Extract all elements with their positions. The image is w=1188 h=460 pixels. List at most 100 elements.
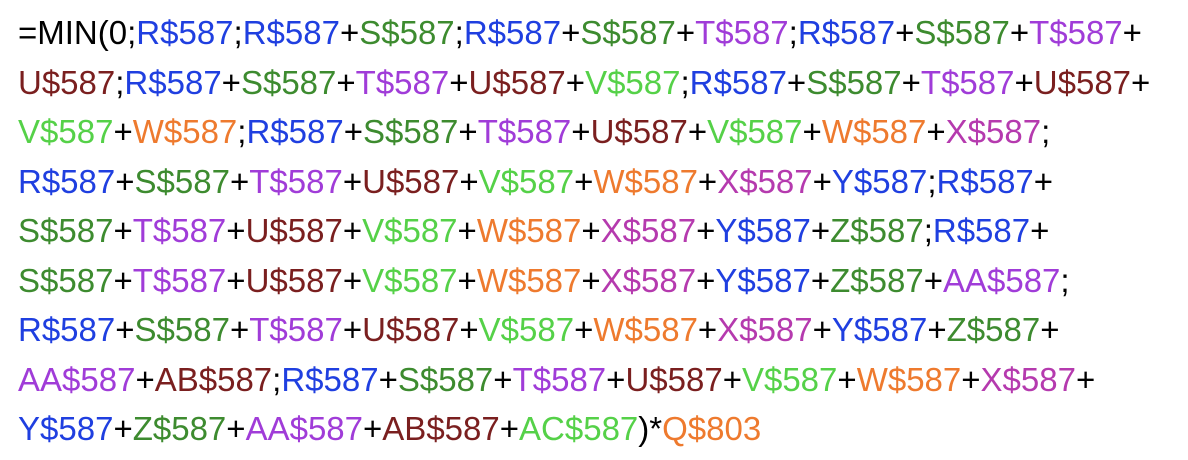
cell-reference: S$587 [240, 63, 337, 101]
formula-operator: + [810, 212, 831, 249]
cell-reference: R$587 [936, 162, 1034, 200]
formula-operator: + [961, 360, 981, 398]
formula-operator: + [226, 212, 246, 249]
cell-reference: S$587 [134, 311, 230, 348]
formula-line: Y$587+Z$587+AA$587+AB$587+AC$587)*Q$803 [18, 404, 1178, 454]
formula-operator: + [343, 113, 363, 150]
cell-reference: S$587 [134, 162, 230, 200]
formula-operator: + [113, 212, 133, 249]
cell-reference: U$587 [245, 212, 343, 249]
cell-reference: U$587 [362, 311, 460, 348]
cell-reference: AA$587 [18, 360, 136, 398]
formula-operator: + [459, 162, 479, 200]
cell-reference: R$587 [242, 14, 340, 51]
formula-operator: + [229, 162, 250, 200]
cell-reference: W$587 [593, 162, 698, 200]
cell-reference: S$587 [580, 14, 676, 51]
formula-operator: + [1014, 63, 1034, 101]
cell-reference: X$587 [600, 212, 697, 249]
formula-operator: + [229, 311, 250, 348]
cell-reference: Z$587 [830, 261, 924, 299]
formula-text[interactable]: =MIN(0;R$587;R$587+S$587;R$587+S$587+T$5… [18, 8, 1178, 454]
cell-reference: T$587 [355, 63, 450, 101]
formula-operator: + [895, 14, 915, 51]
formula-operator: + [493, 360, 513, 398]
cell-reference: R$587 [797, 14, 896, 51]
formula-operator: + [687, 113, 708, 150]
cell-reference: W$587 [476, 212, 582, 249]
formula-operator: ; [1060, 261, 1070, 299]
formula-operator: ; [454, 14, 464, 51]
cell-reference: AA$587 [245, 410, 364, 447]
formula-operator: + [1030, 212, 1050, 249]
formula-line: R$587+S$587+T$587+U$587+V$587+W$587+X$58… [18, 157, 1178, 207]
formula-operator: + [459, 311, 479, 348]
formula-operator: + [923, 261, 943, 299]
formula-operator: + [226, 410, 246, 447]
cell-reference: U$587 [245, 261, 343, 299]
cell-reference: T$587 [695, 14, 789, 51]
formula-operator: + [499, 410, 520, 447]
formula-line: S$587+T$587+U$587+V$587+W$587+X$587+Y$58… [18, 256, 1178, 306]
cell-reference: S$587 [18, 261, 114, 299]
cell-reference: Y$587 [18, 410, 114, 447]
formula-operator: + [1040, 311, 1060, 348]
formula-operator: + [342, 212, 363, 249]
cell-reference: V$587 [585, 63, 681, 101]
formula-operator: + [449, 63, 469, 101]
cell-reference: X$587 [600, 261, 697, 299]
cell-reference: S$587 [806, 63, 902, 101]
cell-reference: X$587 [945, 113, 1042, 150]
cell-reference: T$587 [249, 162, 343, 200]
cell-reference: W$587 [821, 113, 927, 150]
formula-operator: + [342, 311, 363, 348]
cell-reference: R$587 [246, 113, 344, 150]
formula-operator: + [927, 311, 947, 348]
formula-operator: + [675, 14, 696, 51]
formula-operator: + [115, 162, 135, 200]
formula-operator: + [339, 14, 360, 51]
formula-bar[interactable]: =MIN(0;R$587;R$587+S$587;R$587+S$587+T$5… [0, 0, 1188, 460]
cell-reference: R$587 [281, 360, 379, 398]
cell-reference: R$587 [18, 162, 116, 200]
formula-operator: + [571, 113, 591, 150]
formula-operator: + [722, 360, 742, 398]
cell-reference: T$587 [132, 261, 227, 299]
cell-reference: X$587 [717, 311, 813, 348]
formula-operator: ; [233, 14, 243, 51]
formula-operator: ; [927, 162, 937, 200]
cell-reference: Y$587 [831, 162, 928, 200]
cell-reference: Y$587 [715, 261, 811, 299]
formula-operator: + [1122, 14, 1142, 51]
formula-operator: + [926, 113, 946, 150]
formula-operator: ; [272, 360, 282, 398]
formula-operator: + [802, 113, 822, 150]
cell-reference: AA$587 [942, 261, 1061, 299]
formula-operator: + [565, 63, 586, 101]
formula-operator: + [135, 360, 155, 398]
cell-reference: Z$587 [946, 311, 1041, 348]
formula-operator: + [342, 261, 363, 299]
cell-reference: W$587 [132, 113, 238, 150]
formula-operator: + [115, 311, 135, 348]
cell-reference: S$587 [18, 212, 114, 249]
formula-operator: + [458, 113, 478, 150]
cell-reference: R$587 [124, 63, 222, 101]
cell-reference: R$587 [463, 14, 562, 51]
cell-reference: W$587 [593, 311, 698, 348]
cell-reference: X$587 [717, 162, 813, 200]
formula-line: =MIN(0;R$587;R$587+S$587;R$587+S$587+T$5… [18, 8, 1178, 58]
cell-reference: V$587 [478, 162, 575, 200]
cell-reference: V$587 [741, 360, 838, 398]
cell-reference: U$587 [590, 113, 688, 150]
cell-reference: Y$587 [715, 212, 811, 249]
formula-operator: + [574, 162, 594, 200]
cell-reference: R$587 [932, 212, 1031, 249]
formula-operator: + [810, 261, 831, 299]
cell-reference: W$587 [856, 360, 962, 398]
formula-operator: + [1009, 14, 1030, 51]
formula-operator: =MIN(0; [18, 14, 137, 51]
cell-reference: T$587 [249, 311, 343, 348]
formula-operator: ; [680, 63, 690, 101]
cell-reference: T$587 [512, 360, 607, 398]
